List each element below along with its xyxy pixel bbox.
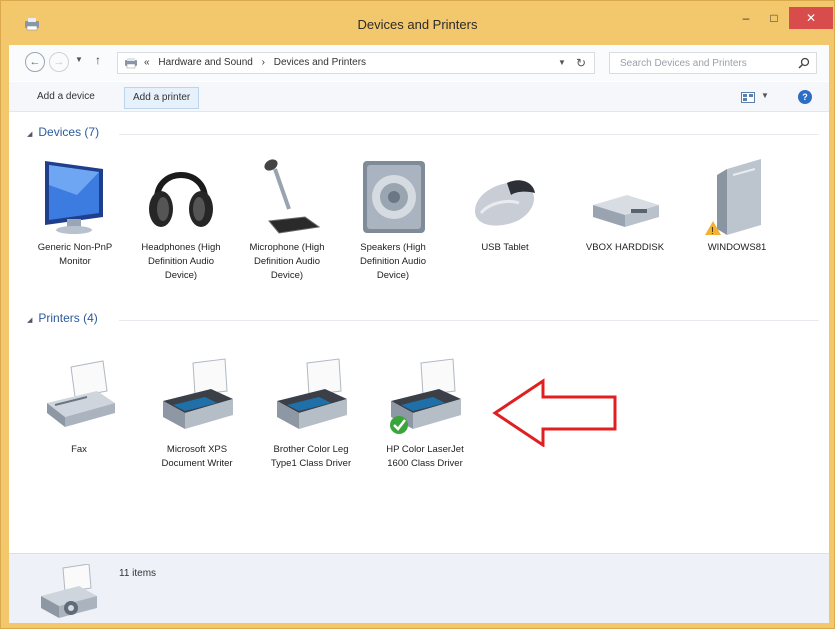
breadcrumb-hardware-and-sound[interactable]: Hardware and Sound — [158, 57, 253, 68]
breadcrumb-separator[interactable]: › — [262, 57, 265, 68]
printer-label: HP Color LaserJet 1600 Class Driver — [386, 444, 464, 469]
recent-locations-chevron-icon[interactable]: ▼ — [75, 55, 83, 64]
printers-group-title: Printers (4) — [38, 311, 98, 325]
maximize-button[interactable]: □ — [761, 7, 787, 29]
headphones-icon — [149, 172, 213, 227]
microphone-icon — [264, 159, 321, 234]
speaker-icon — [363, 161, 425, 233]
breadcrumb: « Hardware and Sound › Devices and Print… — [144, 57, 372, 68]
collapse-triangle-icon[interactable]: ◢ — [27, 317, 32, 324]
printer-label: Brother Color Leg Type1 Class Driver — [270, 444, 352, 469]
device-label: Generic Non-PnP Monitor — [37, 242, 113, 267]
devices-group-header[interactable]: ◢ Devices (7) — [27, 125, 99, 141]
device-item[interactable]: Speakers (High Definition Audio Device) — [345, 145, 441, 283]
printer-item[interactable]: HP Color LaserJet 1600 Class Driver — [377, 347, 473, 471]
change-view-icon[interactable] — [741, 92, 755, 103]
svg-text:!: ! — [711, 226, 714, 235]
printer-item[interactable]: Microsoft XPS Document Writer — [149, 347, 245, 471]
device-item[interactable]: Generic Non-PnP Monitor — [27, 145, 123, 269]
collapse-triangle-icon[interactable]: ◢ — [27, 131, 32, 138]
computer-tower-icon: ! — [705, 159, 761, 235]
printer-item[interactable]: Brother Color Leg Type1 Class Driver — [263, 347, 359, 471]
device-item[interactable]: ! WINDOWS81 — [689, 145, 785, 255]
devices-and-printers-window: Devices and Printers – □ ✕ ← → ▼ ↑ « Har… — [0, 0, 835, 629]
harddisk-icon — [593, 195, 659, 227]
device-label: USB Tablet — [481, 242, 529, 253]
printer-item[interactable]: Fax — [31, 347, 127, 457]
search-placeholder: Search Devices and Printers — [620, 58, 747, 69]
device-label: Headphones (High Definition Audio Device… — [141, 242, 221, 281]
device-item[interactable]: Microphone (High Definition Audio Device… — [239, 145, 335, 283]
minimize-button[interactable]: – — [733, 7, 759, 29]
devices-group-divider — [119, 134, 819, 135]
printer-label: Microsoft XPS Document Writer — [161, 444, 233, 469]
breadcrumb-prefix[interactable]: « — [144, 57, 150, 68]
close-button[interactable]: ✕ — [789, 7, 833, 29]
fax-icon — [47, 360, 115, 427]
command-bar: Add a device Add a printer ▼ ? — [9, 82, 829, 112]
mouse-icon — [475, 180, 535, 226]
printer-icon — [163, 358, 233, 429]
forward-arrow-icon[interactable]: → — [49, 52, 69, 72]
red-arrow-annotation — [492, 378, 617, 447]
monitor-icon — [45, 161, 103, 234]
title-bar[interactable]: Devices and Printers – □ ✕ — [1, 1, 834, 45]
search-icon[interactable] — [798, 57, 810, 69]
window-title: Devices and Printers — [357, 17, 478, 32]
address-box[interactable]: « Hardware and Sound › Devices and Print… — [117, 52, 595, 74]
printers-group-header[interactable]: ◢ Printers (4) — [27, 311, 98, 327]
breadcrumb-devices-and-printers[interactable]: Devices and Printers — [274, 57, 366, 68]
device-item[interactable]: VBOX HARDDISK — [577, 145, 673, 255]
add-device-button[interactable]: Add a device — [29, 87, 103, 109]
refresh-icon[interactable]: ↻ — [576, 56, 586, 70]
printer-default-icon — [390, 358, 461, 434]
device-item[interactable]: Headphones (High Definition Audio Device… — [133, 145, 229, 283]
client-area: ← → ▼ ↑ « Hardware and Sound › Devices a… — [9, 45, 829, 623]
printer-icon — [277, 358, 347, 429]
printers-group-divider — [119, 320, 819, 321]
search-input[interactable]: Search Devices and Printers — [609, 52, 817, 74]
devices-group-title: Devices (7) — [38, 125, 100, 139]
printer-label: Fax — [71, 444, 87, 455]
view-options-chevron-icon[interactable]: ▼ — [761, 91, 769, 100]
back-arrow-icon[interactable]: ← — [25, 52, 45, 72]
help-icon[interactable]: ? — [798, 90, 812, 104]
device-item[interactable]: USB Tablet — [457, 145, 553, 255]
device-label: Microphone (High Definition Audio Device… — [249, 242, 325, 281]
up-arrow-icon[interactable]: ↑ — [95, 53, 101, 67]
details-pane: 11 items — [9, 553, 829, 623]
add-printer-button[interactable]: Add a printer — [124, 87, 200, 109]
device-label: VBOX HARDDISK — [585, 242, 665, 253]
address-bar-row: ← → ▼ ↑ « Hardware and Sound › Devices a… — [9, 45, 829, 81]
device-label: WINDOWS81 — [707, 242, 767, 253]
item-count: 11 items — [119, 568, 157, 579]
devices-printers-large-icon — [41, 564, 97, 618]
device-label: Speakers (High Definition Audio Device) — [359, 242, 427, 281]
address-dropdown-chevron-icon[interactable]: ▼ — [558, 58, 566, 67]
control-panel-icon — [125, 58, 137, 69]
